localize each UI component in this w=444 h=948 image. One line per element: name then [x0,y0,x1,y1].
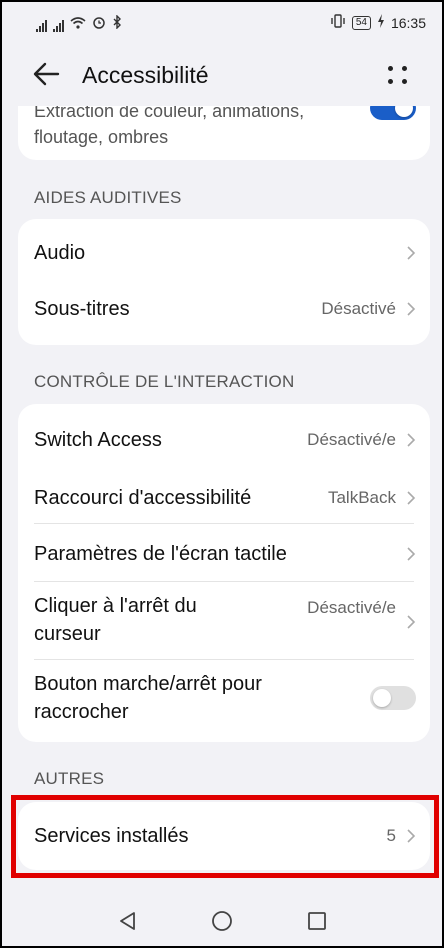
page-title: Accessibilité [82,62,209,88]
list-item-touchscreen-settings[interactable]: Paramètres de l'écran tactile [18,524,430,582]
section-title-others: AUTRES [34,769,105,788]
wifi-icon [70,16,86,32]
triangle-back-icon [120,912,135,930]
square-recents-icon [308,912,326,930]
status-bar: 54 16:35 [2,2,442,44]
battery-level: 54 [351,15,371,30]
list-item-value: Désactivé [321,299,396,318]
more-options-button[interactable] [388,62,412,90]
chevron-right-icon [407,491,416,505]
nav-home-button[interactable] [211,910,233,932]
list-item-power-button-ends-call[interactable]: Bouton marche/arrêt pour raccrocher [18,660,430,742]
list-item-value: 5 [386,826,396,845]
bluetooth-icon [112,14,122,32]
list-item-label: Services installés [34,825,189,847]
chevron-right-icon [407,246,416,260]
chevron-right-icon [407,433,416,447]
list-item-label: Raccourci d'accessibilité [34,487,252,509]
back-button[interactable] [30,56,66,92]
list-item-value: TalkBack [327,488,396,507]
screen: 54 16:35 Accessibilité Extraction de cou… [2,2,442,946]
chevron-right-icon [407,615,416,629]
chevron-right-icon [407,302,416,316]
list-item-installed-services[interactable]: Services installés 5 [18,802,430,870]
section-title-hearing: AIDES AUDITIVES [34,188,182,207]
list-item-value: Désactivé/e [307,598,396,617]
status-icons-left [36,14,122,32]
status-icons-right: 54 16:35 [330,14,426,31]
power-button-ends-call-toggle[interactable] [370,686,416,710]
header-overlay: Accessibilité [2,44,442,106]
charging-icon [377,14,385,31]
nav-recents-button[interactable] [306,910,328,932]
list-item-label: Switch Access [34,429,162,451]
nav-back-button[interactable] [117,910,139,932]
chevron-right-icon [407,547,416,561]
alarm-icon [92,15,106,32]
list-item-label: Sous-titres [34,298,130,320]
vibrate-icon [330,14,346,31]
section-title-interaction: CONTRÔLE DE L'INTERACTION [34,372,295,391]
list-item-switch-access[interactable]: Switch Access Désactivé/e [18,404,430,466]
list-item-audio[interactable]: Audio [18,219,430,279]
list-item-dwell-click[interactable]: Cliquer à l'arrêt du curseur Désactivé/e [18,582,430,660]
navigation-bar [2,892,442,946]
hearing-card: Audio Sous-titres Désactivé [18,219,430,345]
interaction-card: Switch Access Désactivé/e Raccourci d'ac… [18,404,430,742]
chevron-right-icon [407,829,416,843]
list-item-subtitles[interactable]: Sous-titres Désactivé [18,279,430,345]
back-arrow-icon [33,62,60,86]
list-item-label: Paramètres de l'écran tactile [34,543,287,565]
list-item-label: Cliquer à l'arrêt du curseur [34,595,197,645]
list-item-label: Bouton marche/arrêt pour raccrocher [34,673,262,723]
clock: 16:35 [390,14,426,31]
others-card: Services installés 5 [18,802,430,870]
signal-icon [53,20,64,32]
list-item-accessibility-shortcut[interactable]: Raccourci d'accessibilité TalkBack [18,466,430,524]
list-item-value: Désactivé/e [307,430,396,449]
list-item-label: Audio [34,242,86,264]
circle-home-icon [212,911,232,931]
signal-icon [36,20,47,32]
